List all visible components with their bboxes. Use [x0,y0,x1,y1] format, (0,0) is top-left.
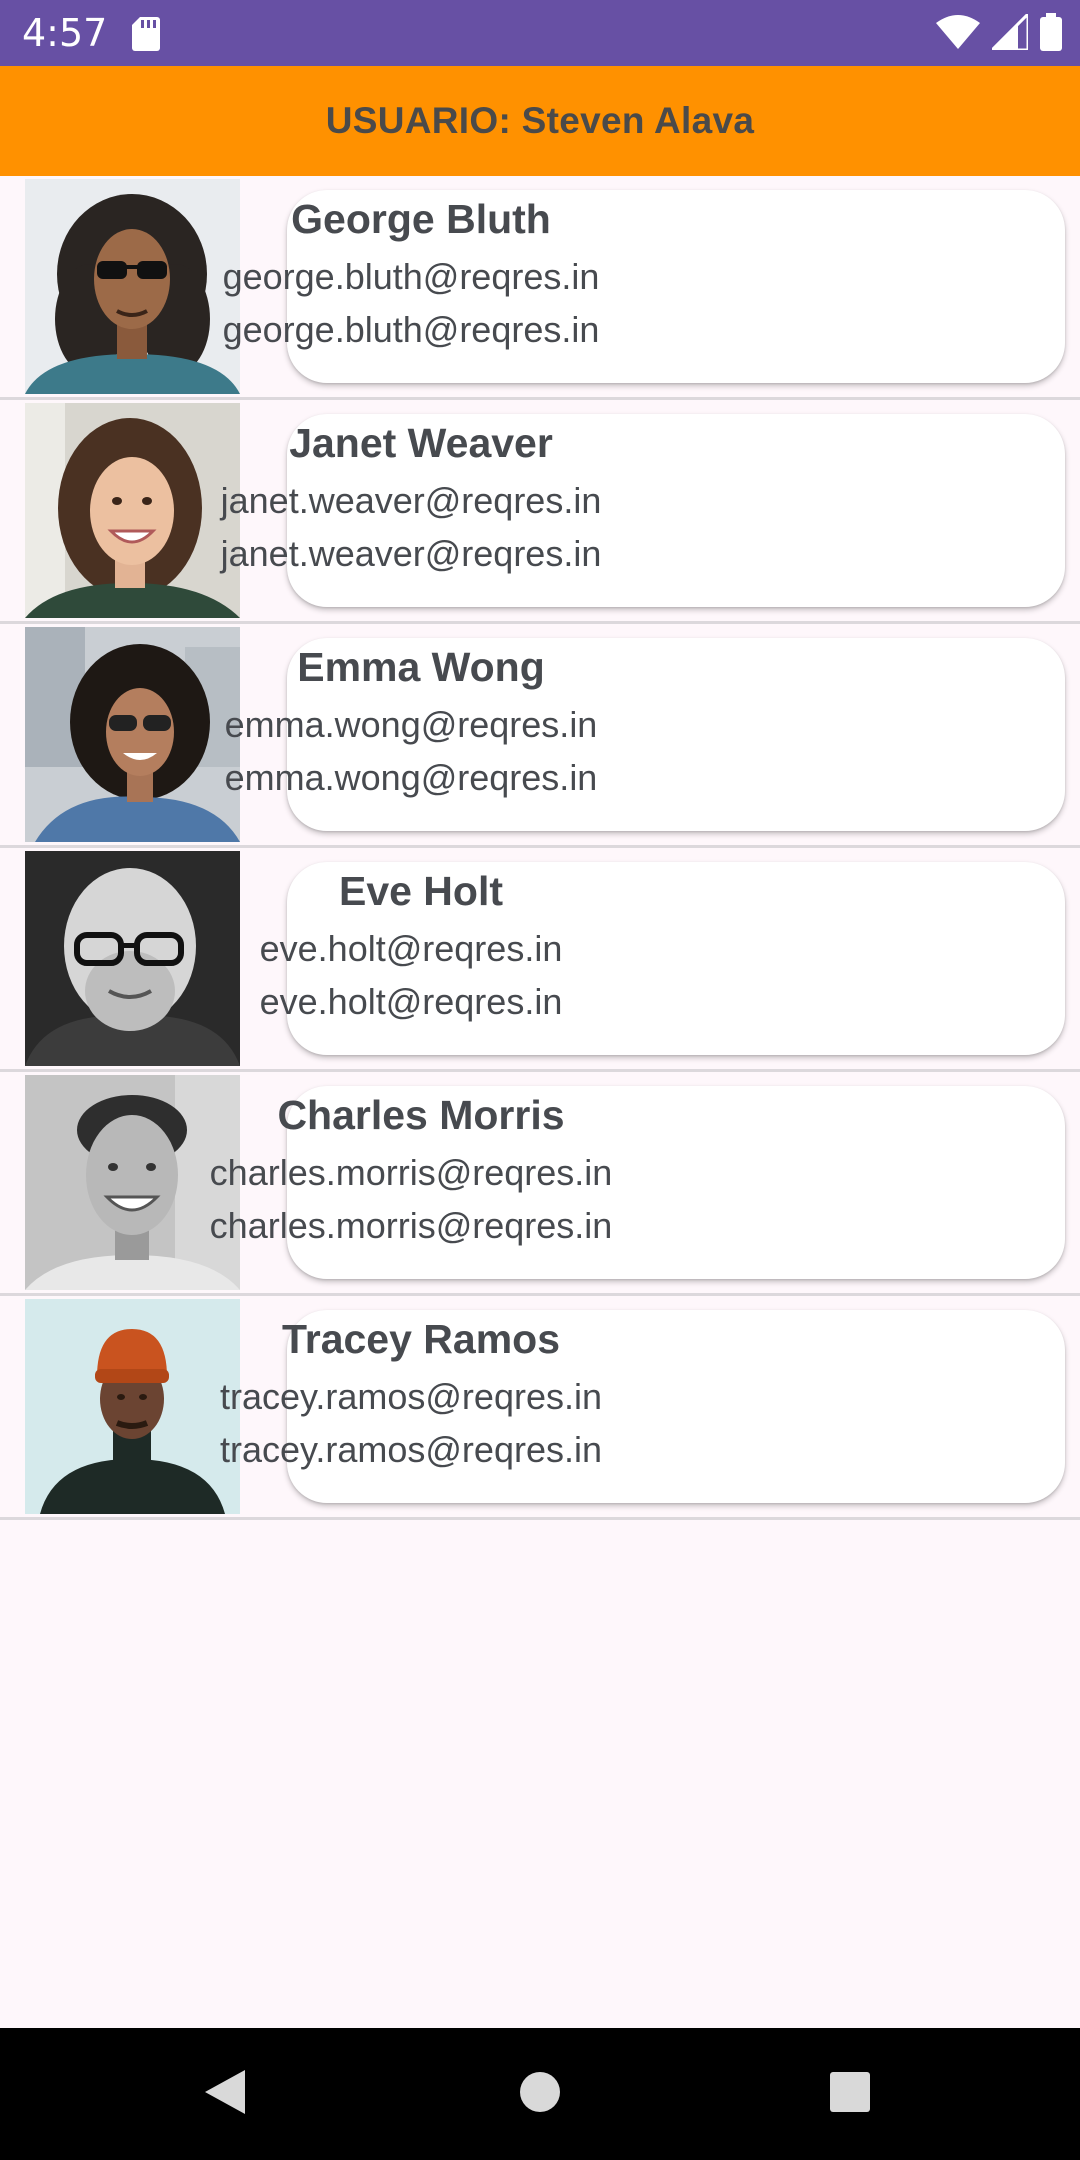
list-item[interactable]: George Bluth george.bluth@reqres.in geor… [0,176,1080,400]
user-email-secondary: charles.morris@reqres.in [209,1205,613,1246]
status-bar: 4:57 [0,0,1080,66]
list-item[interactable]: Janet Weaver janet.weaver@reqres.in jane… [0,400,1080,624]
status-time: 4:57 [22,11,108,55]
user-name: Eve Holt [338,868,504,914]
user-email-secondary: janet.weaver@reqres.in [220,533,602,574]
user-list[interactable]: George Bluth george.bluth@reqres.in geor… [0,176,1080,1520]
user-email-secondary: tracey.ramos@reqres.in [220,1429,602,1470]
user-email-secondary: george.bluth@reqres.in [222,309,600,350]
back-icon [203,2068,247,2121]
app-bar-title: USUARIO: Steven Alava [325,100,755,141]
user-name: Tracey Ramos [281,1316,561,1362]
user-email-secondary: eve.holt@reqres.in [259,981,563,1022]
app-bar: USUARIO: Steven Alava [0,66,1080,176]
list-item[interactable]: Emma Wong emma.wong@reqres.in emma.wong@… [0,624,1080,848]
user-email-secondary: emma.wong@reqres.in [224,757,598,798]
user-name: Janet Weaver [289,420,553,466]
battery-icon [1040,12,1062,56]
signal-icon [988,9,1030,55]
user-email: tracey.ramos@reqres.in [220,1376,602,1417]
user-email: eve.holt@reqres.in [259,928,563,969]
wifi-icon [936,14,980,54]
recents-button[interactable] [780,2028,920,2160]
navigation-bar [0,2028,1080,2160]
user-email: george.bluth@reqres.in [222,256,600,297]
list-item[interactable]: Eve Holt eve.holt@reqres.in eve.holt@req… [0,848,1080,1072]
sd-card-icon [132,17,160,51]
user-name: Emma Wong [297,644,545,690]
list-item[interactable]: Charles Morris charles.morris@reqres.in … [0,1072,1080,1296]
user-name: George Bluth [291,196,551,242]
user-email: charles.morris@reqres.in [209,1152,613,1193]
home-icon [518,2070,562,2119]
home-button[interactable] [470,2028,610,2160]
list-item[interactable]: Tracey Ramos tracey.ramos@reqres.in trac… [0,1296,1080,1520]
user-email: emma.wong@reqres.in [224,704,598,745]
back-button[interactable] [155,2028,295,2160]
user-email: janet.weaver@reqres.in [220,480,602,521]
recents-icon [828,2070,872,2119]
user-name: Charles Morris [277,1092,565,1138]
